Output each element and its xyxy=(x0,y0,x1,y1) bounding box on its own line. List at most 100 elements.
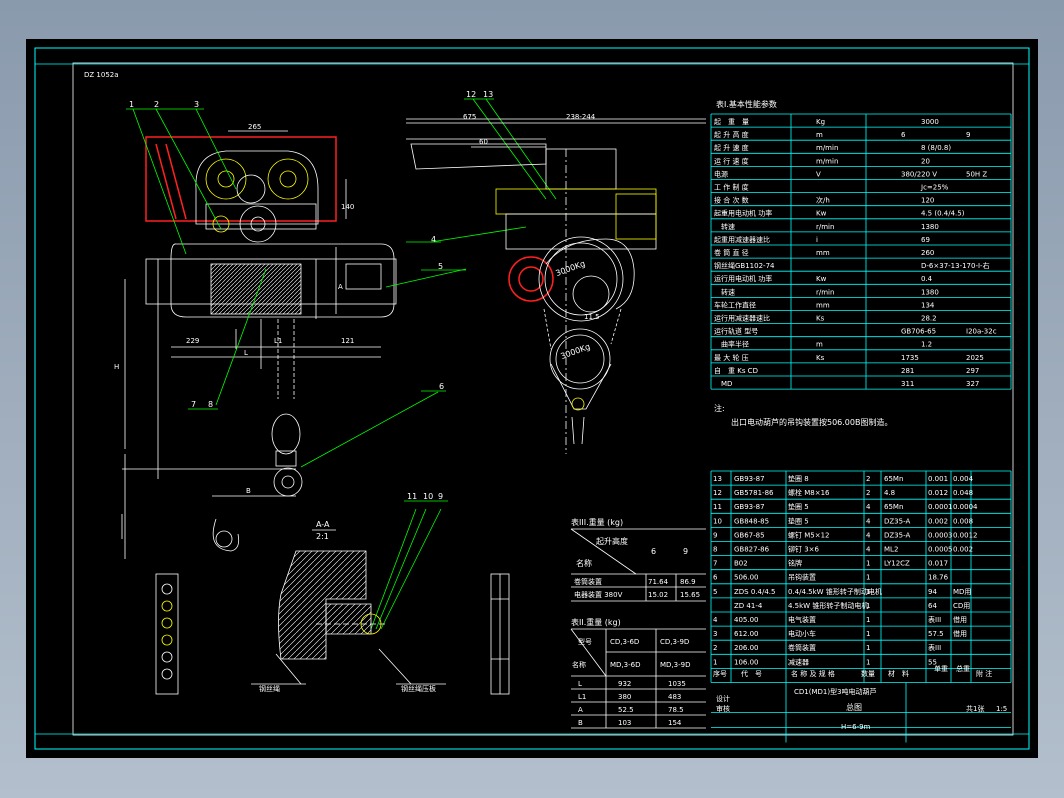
table1-row-value: D-6×37-13-170-I-右 xyxy=(921,261,990,270)
table1-row-label: 起 重 量 xyxy=(714,118,749,126)
bom-cell: 7 xyxy=(713,560,717,568)
bom-cell: 0.012 xyxy=(928,489,948,497)
bom-cell: 2 xyxy=(713,644,717,652)
bom-cell: 13 xyxy=(713,475,722,483)
bom-cell: 1 xyxy=(866,658,870,666)
bom-cell: 卷筒装置 xyxy=(788,643,816,652)
balloon-3: 3 xyxy=(194,100,199,109)
balloon-12: 12 xyxy=(466,90,476,99)
table1-row-unit: Kw xyxy=(816,275,827,283)
bom-cell: 垫圈 8 xyxy=(788,474,809,483)
table1-row-value: Jc=25% xyxy=(920,184,949,192)
balloon-13: 13 xyxy=(483,90,493,99)
table1-row-unit: m/min xyxy=(816,144,838,152)
table1-row-value: 69 xyxy=(921,236,930,244)
bom-cell: 1 xyxy=(866,644,870,652)
table1-row-value: 3000 xyxy=(921,118,939,126)
bom-header-unit-weight: 单重 xyxy=(934,664,948,673)
table2-col-md39: MD,3-9D xyxy=(660,661,690,669)
bom-cell: 0.017 xyxy=(928,560,948,568)
bom-cell: 0.048 xyxy=(953,489,973,497)
table1-row-value: 0.4 xyxy=(921,275,933,283)
bom-cell: 506.00 xyxy=(734,574,759,582)
table1-row-value2: 50H Z xyxy=(966,170,987,178)
table1-row-label: 接 合 次 数 xyxy=(714,196,749,205)
balloon-1: 1 xyxy=(129,100,134,109)
section-label: A-A xyxy=(316,520,330,529)
table2-row-9d: 154 xyxy=(668,719,682,727)
table2-row-6d: 52.5 xyxy=(618,706,634,714)
bom-cell: 4.5kW 锥形转子制动电机 xyxy=(788,601,868,610)
table2-title: 表II.重量 (kg) xyxy=(571,617,621,627)
table1-row-value: GB706-65 xyxy=(901,328,936,336)
dim-trolley-width: 265 xyxy=(248,123,261,131)
balloon-labels: 1 2 3 12 13 4 5 6 7 8 11 10 9 xyxy=(129,90,493,501)
balloon-8: 8 xyxy=(208,400,213,409)
dim-side-238: 238-244 xyxy=(566,113,596,121)
bom-cell: 螺钉 M5×12 xyxy=(788,530,830,539)
bom-cell: 借用 xyxy=(953,629,967,638)
dim-side-60: 60 xyxy=(479,138,488,146)
table3-r2-6: 15.02 xyxy=(648,591,668,599)
bom-cell: 10 xyxy=(713,517,722,525)
bom-cell: 0.004 xyxy=(953,475,974,483)
front-view xyxy=(121,130,397,559)
bom-cell: 106.00 xyxy=(734,658,759,666)
bom-cell: 垫圈 5 xyxy=(788,502,809,511)
bom-cell: 405.00 xyxy=(734,616,759,624)
table1-title: 表I.基本性能参数 xyxy=(716,99,777,109)
table3-r1-name: 卷筒装置 xyxy=(574,577,602,586)
bom-cell: 1 xyxy=(866,588,870,596)
tb-sheet: 共1张 xyxy=(966,704,984,713)
bom-cell: 借用 xyxy=(953,615,967,624)
tb-product: CD1(MD1)型3吨电动葫芦 xyxy=(794,687,877,696)
table1-row-label: 钢丝绳GB1102-74 xyxy=(714,261,775,270)
table2-row-9d: 78.5 xyxy=(668,706,684,714)
bom-cell: DZ35-A xyxy=(884,517,910,525)
bom-header-no: 序号 xyxy=(713,669,727,678)
bom-cell: 64 xyxy=(928,602,937,610)
table1-row-unit: r/min xyxy=(816,223,834,231)
bom-table: 13 GB93-87 垫圈 8 2 65Mn 0.001 0.00412 GB5781-86 螺… xyxy=(710,470,1012,743)
table1-row-value: 1380 xyxy=(921,223,939,231)
table3-r2-9: 15.65 xyxy=(680,591,700,599)
bom-cell: 表III xyxy=(928,615,941,624)
bom-cell: ZD 41-4 xyxy=(734,602,763,610)
table1-row-label: 转速 xyxy=(714,287,735,296)
drawing-sheet: DZ 1052a 265 140 L1 229 L 121 B A H 1 2 … xyxy=(26,39,1038,758)
dim-l1: L1 xyxy=(274,337,282,345)
bom-cell: 8 xyxy=(713,546,717,554)
bom-cell: 1 xyxy=(866,602,870,610)
table1-row-value2: 2025 xyxy=(966,354,984,362)
balloon-7: 7 xyxy=(191,400,196,409)
table1-row-label: 起重用电动机 功率 xyxy=(714,209,772,218)
table1-row-label: 工 作 制 度 xyxy=(714,183,749,192)
bom-cell: 0.0004 xyxy=(953,503,978,511)
table1-row-unit: mm xyxy=(816,301,830,309)
table1-row-unit: r/min xyxy=(816,288,834,296)
table2-col-md36: MD,3-6D xyxy=(610,661,640,669)
table1-row-unit: m xyxy=(816,131,823,139)
table1-row-value: 4.5 (0.4/4.5) xyxy=(921,210,965,218)
note-head: 注: xyxy=(714,403,725,413)
dim-height: 140 xyxy=(341,203,354,211)
bom-cell: GB5781-86 xyxy=(734,489,774,497)
balloon-11: 11 xyxy=(407,492,417,501)
bom-cell: GB93-87 xyxy=(734,503,765,511)
bom-cell: 螺栓 M8×16 xyxy=(788,488,830,497)
bom-cell: 0.0001 xyxy=(928,503,953,511)
table3-title: 表III.重量 (kg) xyxy=(571,517,623,527)
bom-cell: 表III xyxy=(928,643,941,652)
note-rope-clamp: 钢丝绳压板 xyxy=(401,684,436,693)
balloon-10: 10 xyxy=(423,492,433,501)
bom-cell: 65Mn xyxy=(884,475,903,483)
table2-row-name: L xyxy=(578,680,582,688)
tb-design: 设计 xyxy=(716,694,730,703)
dim-l: L xyxy=(244,349,248,357)
bom-cell: LY12CZ xyxy=(884,560,910,568)
table1-row-unit: i xyxy=(816,236,818,244)
table1-row-value: 134 xyxy=(921,301,935,309)
bom-cell: GB93-87 xyxy=(734,475,765,483)
bom-cell: MD用 xyxy=(953,588,971,596)
table1-row-value: 20 xyxy=(921,157,930,165)
